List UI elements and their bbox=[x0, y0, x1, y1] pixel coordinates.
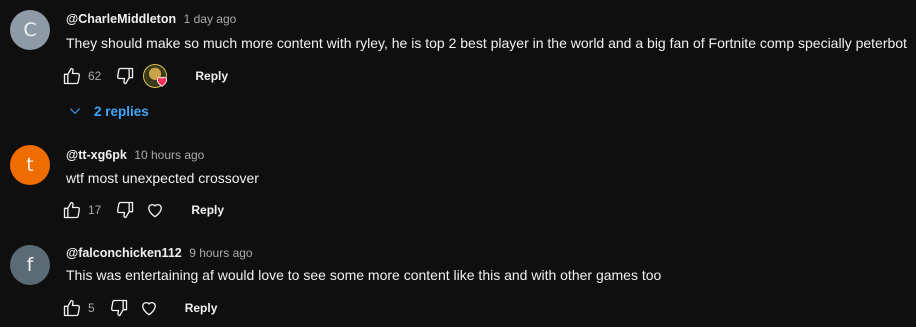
comment-text: wtf most unexpected crossover bbox=[66, 170, 259, 186]
thumbs-down-icon bbox=[110, 299, 127, 317]
heart-outline-icon bbox=[141, 302, 156, 316]
thumbs-down-icon bbox=[117, 201, 134, 219]
timestamp[interactable]: 9 hours ago bbox=[189, 246, 252, 260]
comment-actions: 62 Reply bbox=[60, 64, 228, 88]
like-count: 62 bbox=[88, 69, 102, 83]
reply-button[interactable]: Reply bbox=[195, 69, 228, 83]
avatar[interactable]: f bbox=[10, 245, 50, 285]
heart-button[interactable] bbox=[137, 296, 161, 320]
thumbs-up-icon bbox=[63, 299, 81, 317]
reply-button[interactable]: Reply bbox=[191, 203, 224, 217]
heart-outline-icon bbox=[148, 204, 163, 218]
avatar-letter: C bbox=[23, 19, 37, 41]
dislike-button[interactable] bbox=[107, 296, 131, 320]
comment-actions: 17 Reply bbox=[60, 198, 224, 222]
heart-button[interactable] bbox=[143, 198, 167, 222]
comment-text: They should make so much more content wi… bbox=[66, 35, 907, 51]
comment-text: This was entertaining af would love to s… bbox=[66, 267, 662, 283]
reply-button[interactable]: Reply bbox=[185, 301, 218, 315]
avatar[interactable]: C bbox=[10, 10, 50, 50]
like-count: 5 bbox=[88, 301, 95, 315]
avatar-letter: t bbox=[26, 154, 34, 176]
like-count: 17 bbox=[88, 203, 102, 217]
comment-header: @tt-xg6pk 10 hours ago bbox=[66, 148, 204, 162]
avatar[interactable]: t bbox=[10, 145, 50, 185]
view-replies-button[interactable]: 2 replies bbox=[68, 100, 149, 122]
heart-icon bbox=[157, 76, 168, 87]
comment-actions: 5 Reply bbox=[60, 296, 217, 320]
timestamp[interactable]: 10 hours ago bbox=[134, 148, 204, 162]
creator-heart-badge[interactable] bbox=[143, 64, 171, 88]
like-button[interactable] bbox=[60, 64, 84, 88]
thumbs-down-icon bbox=[117, 67, 134, 85]
avatar-letter: f bbox=[26, 254, 34, 276]
author-name[interactable]: @tt-xg6pk bbox=[66, 148, 127, 162]
thumbs-up-icon bbox=[63, 201, 81, 219]
comment-header: @falconchicken112 9 hours ago bbox=[66, 246, 253, 260]
timestamp[interactable]: 1 day ago bbox=[184, 12, 237, 26]
comment-header: @CharleMiddleton 1 day ago bbox=[66, 12, 236, 26]
thumbs-up-icon bbox=[63, 67, 81, 85]
chevron-down-icon bbox=[69, 108, 81, 115]
author-name[interactable]: @CharleMiddleton bbox=[66, 12, 176, 26]
dislike-button[interactable] bbox=[113, 64, 137, 88]
replies-count-label: 2 replies bbox=[94, 103, 149, 119]
dislike-button[interactable] bbox=[113, 198, 137, 222]
like-button[interactable] bbox=[60, 198, 84, 222]
like-button[interactable] bbox=[60, 296, 84, 320]
author-name[interactable]: @falconchicken112 bbox=[66, 246, 182, 260]
